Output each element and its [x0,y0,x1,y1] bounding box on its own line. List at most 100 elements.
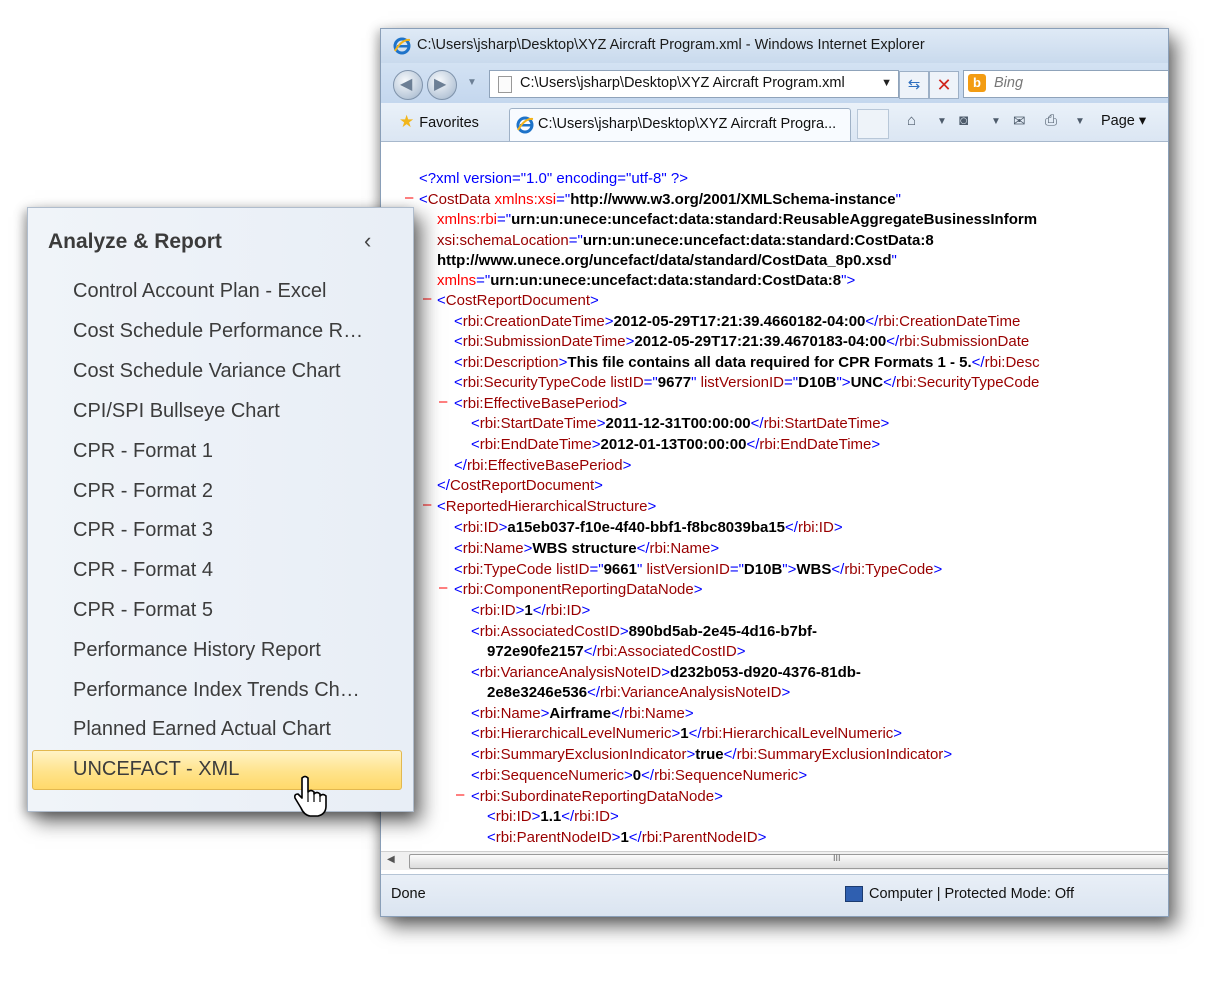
home-icon[interactable]: ⌂ [907,112,916,129]
xml-line: <rbi:ID>1.1</rbi:ID> [487,808,619,825]
report-item[interactable]: CPR - Format 2 [73,480,213,503]
xml-line: <CostReportDocument> [437,292,599,309]
xml-line: xmlns:rbi="urn:un:unece:uncefact:data:st… [437,211,1038,228]
report-item[interactable]: CPI/SPI Bullseye Chart [73,400,280,423]
report-item[interactable]: CPR - Format 4 [73,559,213,582]
report-item[interactable]: Cost Schedule Performance R… [73,320,363,343]
xml-line: <rbi:EndDateTime>2012-01-13T00:00:00</rb… [471,436,881,453]
xml-line: 972e90fe2157</rbi:AssociatedCostID> [487,643,746,660]
forward-button[interactable]: ▶ [427,70,457,100]
xml-line: <rbi:ID>1</rbi:ID> [471,602,591,619]
xml-line: <rbi:SecurityTypeCode listID="9677" list… [454,374,1040,391]
browser-window: C:\Users\jsharp\Desktop\XYZ Aircraft Pro… [380,28,1169,917]
xml-line: xsi:schemaLocation="urn:un:unece:uncefac… [437,232,934,249]
xml-line: <?xml version="1.0" encoding="utf-8" ?> [419,170,688,187]
xml-line: <rbi:AssociatedCostID>890bd5ab-2e45-4d16… [471,623,817,640]
star-icon: ★ [399,112,415,131]
browser-tab[interactable]: C:\Users\jsharp\Desktop\XYZ Aircraft Pro… [509,108,851,141]
xml-line: <rbi:SubordinateReportingDataNode> [471,788,723,805]
new-tab-button[interactable] [857,109,889,139]
xml-line: <rbi:ParentNodeID>1</rbi:ParentNodeID> [487,829,767,846]
tab-label: C:\Users\jsharp\Desktop\XYZ Aircraft Pro… [538,116,837,132]
feeds-icon[interactable]: ◙ [959,112,968,129]
report-item[interactable]: Cost Schedule Variance Chart [73,360,341,383]
selected-item-label: UNCEFACT - XML [73,758,240,780]
refresh-button[interactable]: ⇆ [899,71,929,99]
xml-line: <rbi:Name>WBS structure</rbi:Name> [454,540,720,557]
back-arrow-icon: ◀ [400,76,413,93]
back-button[interactable]: ◀ [393,70,423,100]
xml-line: <rbi:ComponentReportingDataNode> [454,581,703,598]
print-icon[interactable]: ⎙ [1045,112,1057,129]
favorites-bar: ★ Favorites C:\Users\jsharp\Desktop\XYZ A… [381,103,1168,142]
report-item[interactable]: Control Account Plan - Excel [73,280,326,303]
favorites-button[interactable]: ★ Favorites [399,112,479,132]
bing-icon: b [968,74,986,92]
report-item[interactable]: CPR - Format 1 [73,440,213,463]
title-bar: C:\Users\jsharp\Desktop\XYZ Aircraft Pro… [381,29,1168,63]
xml-line: <rbi:Name>Airframe</rbi:Name> [471,705,694,722]
security-zone-text[interactable]: Computer | Protected Mode: Off [869,886,1074,902]
xml-line: <rbi:CreationDateTime>2012-05-29T17:21:3… [454,313,1021,330]
address-dropdown-icon[interactable]: ▼ [881,77,892,89]
ie-logo-icon [393,37,411,55]
page-icon [498,76,512,93]
collapse-toggle[interactable]: – [439,579,447,596]
scroll-left-icon[interactable]: ◀ [387,854,395,865]
address-text[interactable]: C:\Users\jsharp\Desktop\XYZ Aircraft Pro… [520,75,845,91]
report-item[interactable]: CPR - Format 3 [73,519,213,542]
report-item[interactable]: Performance History Report [73,639,321,662]
horizontal-scrollbar[interactable]: ◀ III [381,851,1168,870]
collapse-toggle[interactable]: – [456,786,464,803]
xml-line: <rbi:Description>This file contains all … [454,354,1040,371]
feeds-dropdown-icon[interactable]: ▼ [991,116,1001,127]
xml-line: </rbi:EffectiveBasePeriod> [454,457,632,474]
window-title: C:\Users\jsharp\Desktop\XYZ Aircraft Pro… [417,37,925,53]
report-item-selected[interactable]: UNCEFACT - XML [32,750,402,790]
scroll-grip-icon: III [833,853,841,863]
status-bar: Done Computer | Protected Mode: Off [381,874,1168,916]
scrollbar-thumb[interactable] [409,854,1168,869]
collapse-toggle[interactable]: – [439,393,447,410]
report-item[interactable]: CPR - Format 5 [73,599,213,622]
xml-line: <rbi:ID>a15eb037-f10e-4f40-bbf1-f8bc8039… [454,519,843,536]
history-dropdown-icon[interactable]: ▼ [467,77,477,88]
search-placeholder[interactable]: Bing [994,75,1023,91]
xml-line: http://www.unece.org/uncefact/data/stand… [437,252,897,269]
forward-arrow-icon: ▶ [434,76,447,93]
hand-cursor-icon [294,775,327,817]
xml-line: <rbi:SubmissionDateTime>2012-05-29T17:21… [454,333,1030,350]
xml-line: <ReportedHierarchicalStructure> [437,498,657,515]
xml-line: </CostReportDocument> [437,477,603,494]
xml-line: <CostData xmlns:xsi="http://www.w3.org/2… [419,191,901,208]
xml-line: <rbi:StartDateTime>2011-12-31T00:00:00</… [471,415,890,432]
xml-line: <rbi:EffectiveBasePeriod> [454,395,628,412]
xml-document-view: <?xml version="1.0" encoding="utf-8" ?> … [381,142,1168,852]
collapse-toggle[interactable]: – [423,496,431,513]
tab-ie-icon [516,116,534,134]
address-toolbar: ◀ ▶ ▼ C:\Users\jsharp\Desktop\XYZ Aircra… [381,63,1168,103]
page-menu-button[interactable]: Page ▾ [1101,113,1146,129]
mail-icon[interactable]: ✉ [1013,112,1026,130]
report-item[interactable]: Performance Index Trends Ch… [73,679,360,702]
collapse-toggle[interactable]: – [405,189,413,206]
address-bar[interactable]: C:\Users\jsharp\Desktop\XYZ Aircraft Pro… [489,70,899,98]
collapse-chevron-icon[interactable]: ‹ [364,228,371,254]
computer-zone-icon [845,886,863,902]
xml-line: <rbi:SequenceNumeric>0</rbi:SequenceNume… [471,767,808,784]
favorites-label: Favorites [419,115,479,131]
stop-button[interactable]: ✕ [929,71,959,99]
xml-line: <rbi:SummaryExclusionIndicator>true</rbi… [471,746,953,763]
xml-line: <rbi:HierarchicalLevelNumeric>1</rbi:Hie… [471,725,903,742]
search-box[interactable]: b Bing [963,70,1168,98]
print-dropdown-icon[interactable]: ▼ [1075,116,1085,127]
xml-line: <rbi:VarianceAnalysisNoteID>d232b053-d92… [471,664,861,681]
collapse-toggle[interactable]: – [423,290,431,307]
xml-line: xmlns="urn:un:unece:uncefact:data:standa… [437,272,856,289]
xml-line: 2e8e3246e536</rbi:VarianceAnalysisNoteID… [487,684,791,701]
panel-title: Analyze & Report [48,230,222,253]
home-dropdown-icon[interactable]: ▼ [937,116,947,127]
xml-line: <rbi:TypeCode listID="9661" listVersionI… [454,561,943,578]
report-item[interactable]: Planned Earned Actual Chart [73,718,331,741]
status-text: Done [391,886,426,902]
